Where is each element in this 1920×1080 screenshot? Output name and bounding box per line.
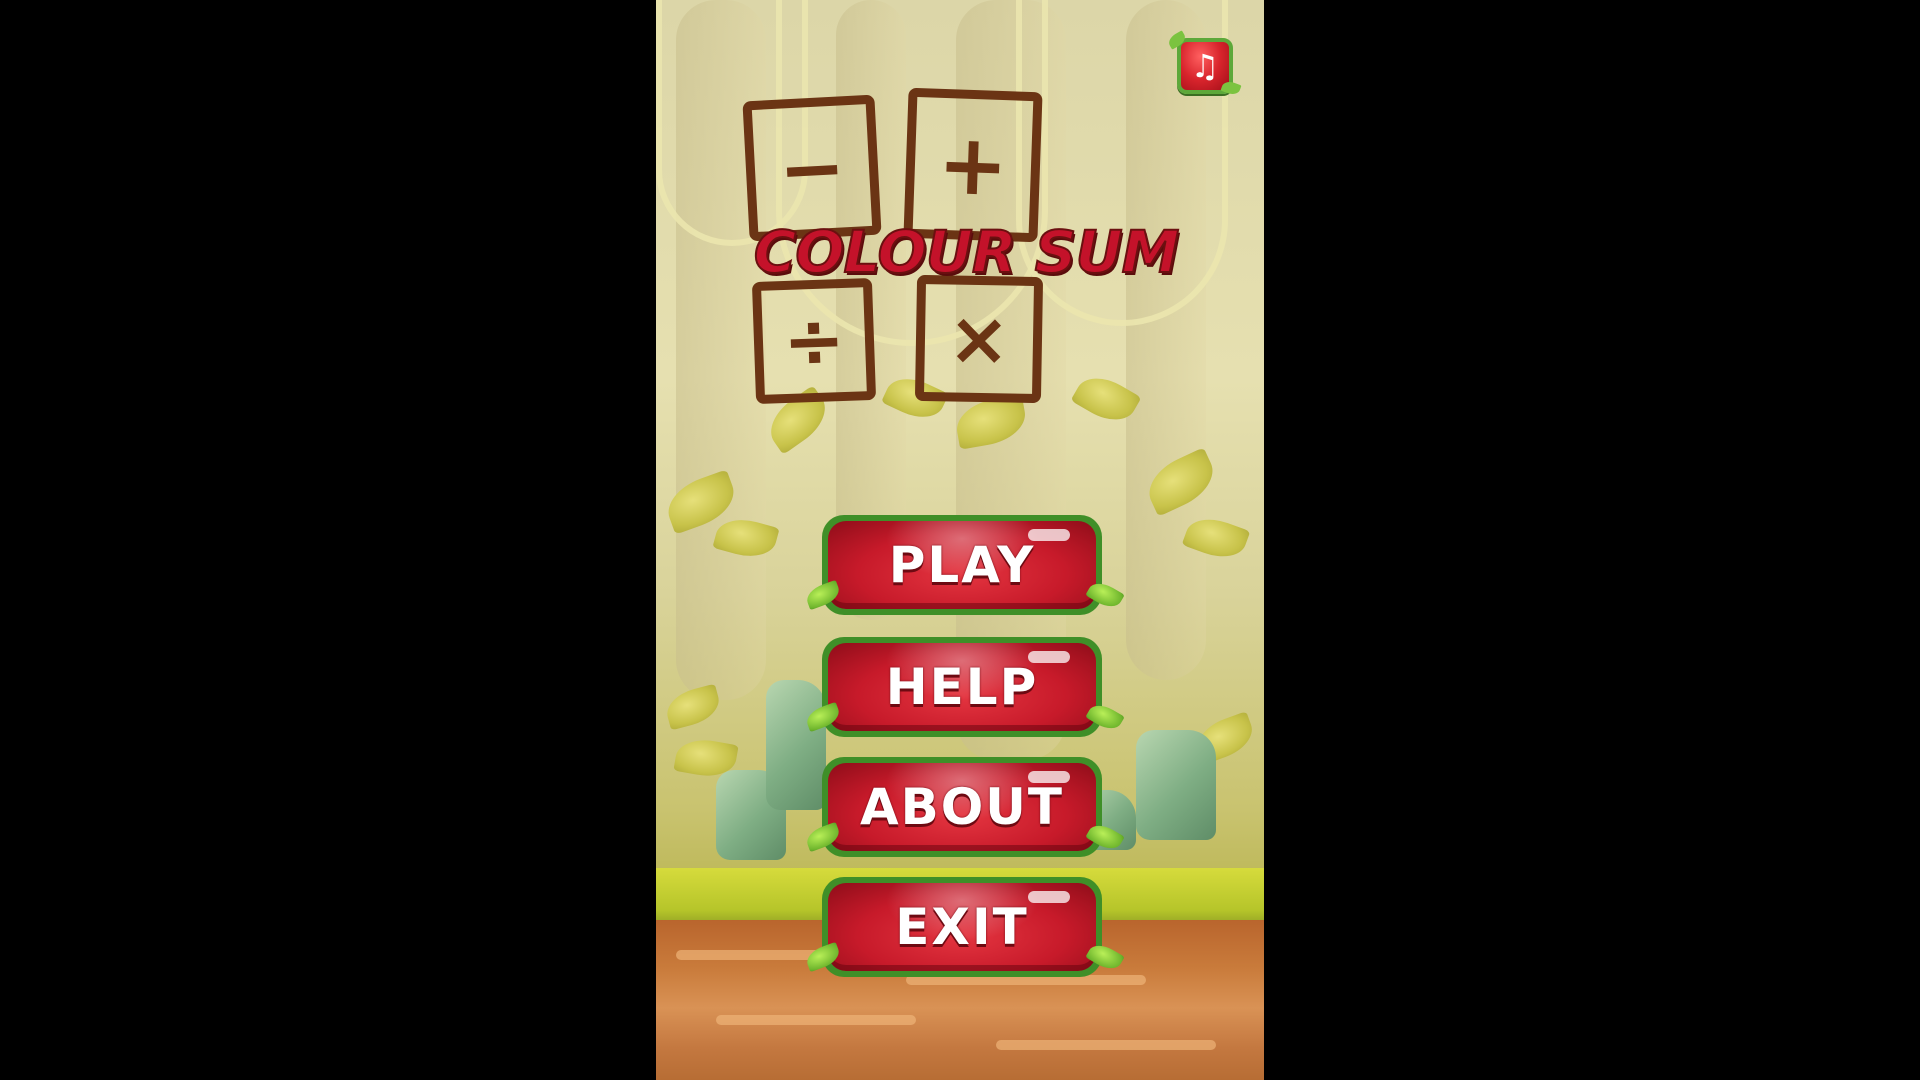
game-screen: ♫ − + ÷ × COLOUR SUM PLAY HELP ABOUT EXI… [656,0,1264,1080]
game-title: COLOUR SUM [726,217,1206,287]
play-button-label: PLAY [888,536,1036,594]
exit-button[interactable]: EXIT [822,877,1102,977]
multiply-icon: × [947,295,1011,383]
minus-icon: − [776,119,848,217]
play-button[interactable]: PLAY [822,515,1102,615]
help-button-label: HELP [885,658,1039,716]
title-sum: SUM [1034,217,1181,287]
help-button[interactable]: HELP [822,637,1102,737]
multiply-tile: × [914,274,1044,404]
plus-icon: + [936,114,1010,216]
about-button[interactable]: ABOUT [822,757,1102,857]
about-button-label: ABOUT [859,778,1065,836]
divide-tile: ÷ [751,277,877,405]
divide-icon: ÷ [781,296,847,386]
game-logo: − + ÷ × COLOUR SUM [726,80,1206,410]
exit-button-label: EXIT [895,898,1029,956]
title-colour: COLOUR [753,217,1018,287]
